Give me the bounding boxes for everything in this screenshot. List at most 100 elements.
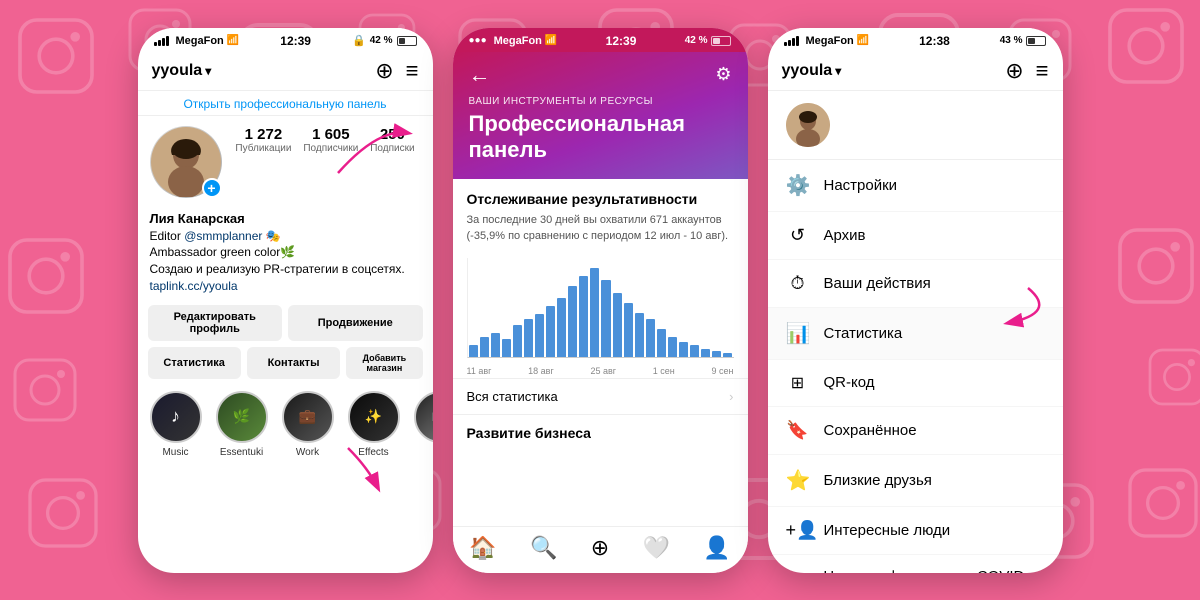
menu-item-settings[interactable]: ⚙️ Настройки: [768, 160, 1063, 212]
menu-item-saved[interactable]: 🔖 Сохранённое: [768, 407, 1063, 455]
posts-count: 1 272: [245, 126, 283, 143]
p2-carrier: MegaFon: [494, 35, 542, 47]
story-circle-work: 💼: [282, 391, 334, 443]
phones-container: MegaFon 📶 12:39 🔒 42 % yyoula ▾: [0, 0, 1200, 600]
menu-item-activity[interactable]: ⏱ Ваши действия: [768, 260, 1063, 308]
menu-item-covid[interactable]: ℹ️ Центр информации о COVID-19: [768, 555, 1063, 573]
phone2-status-bar: ●●● MegaFon 📶 12:39 42 %: [453, 28, 748, 52]
following-stat[interactable]: 250 Подписки: [370, 126, 414, 154]
bar-16: [635, 313, 644, 358]
p3-menu-icon[interactable]: ≡: [1036, 58, 1049, 84]
bio-line3: Создаю и реализую PR-стратегии в соцсетя…: [150, 261, 421, 278]
username-text: yyoula: [152, 62, 203, 80]
nav-search-icon[interactable]: 🔍: [530, 535, 557, 561]
p3-username: yyoula: [782, 62, 833, 80]
bio-link[interactable]: taplink.cc/yyoula: [150, 278, 421, 295]
p3-signal-bar1: [784, 42, 787, 46]
bar-5: [513, 325, 522, 357]
phone3: MegaFon 📶 12:38 43 % yyoula ▾: [768, 28, 1063, 573]
story-essentuki[interactable]: 🌿 Essentuki: [214, 391, 270, 458]
menu-profile-row[interactable]: [768, 91, 1063, 160]
signal-bar3: [162, 38, 165, 46]
story-do[interactable]: Do Do: [412, 391, 433, 458]
menu-avatar: [786, 103, 830, 147]
carrier-label: MegaFon: [176, 35, 224, 47]
settings-button[interactable]: ⚙: [715, 64, 731, 85]
edit-profile-button[interactable]: Редактировать профиль: [148, 305, 283, 341]
menu-item-discover[interactable]: +👤 Интересные люди: [768, 507, 1063, 555]
avatar-wrap: +: [150, 126, 222, 198]
followers-stat[interactable]: 1 605 Подписчики: [303, 126, 358, 154]
bar-7: [535, 314, 544, 358]
username-row[interactable]: yyoula ▾: [152, 62, 212, 80]
story-effects-label: Effects: [346, 447, 402, 458]
bar-21: [690, 345, 699, 357]
p2-status-left: ●●● MegaFon 📶: [469, 35, 558, 47]
story-work[interactable]: 💼 Work: [280, 391, 336, 458]
story-circle-effects: ✨: [348, 391, 400, 443]
p2-signal: ●●●: [469, 35, 487, 46]
nav-add-icon[interactable]: ⊕: [591, 535, 609, 561]
posts-stat[interactable]: 1 272 Публикации: [235, 126, 291, 154]
qr-label: QR-код: [824, 374, 875, 391]
chart-label-3: 25 авг: [590, 366, 616, 376]
chart-labels: 11 авг 18 авг 25 авг 1 сен 9 сен: [453, 364, 748, 378]
bar-9: [557, 298, 566, 357]
p3-status-left: MegaFon 📶: [784, 35, 870, 47]
bio-name: Лия Канарская: [150, 210, 421, 228]
p3-signal-bar4: [796, 36, 799, 46]
story-music-icon: ♪: [171, 406, 180, 427]
menu-item-qr[interactable]: ⊞ QR-код: [768, 360, 1063, 407]
story-effects[interactable]: ✨ Effects: [346, 391, 402, 458]
tracking-text: За последние 30 дней вы охватили 671 акк…: [453, 213, 748, 252]
lock-icon: 🔒: [352, 34, 366, 47]
wifi-icon: 📶: [227, 35, 239, 46]
story-music[interactable]: ♪ Music: [148, 391, 204, 458]
nav-profile-icon[interactable]: 👤: [703, 535, 730, 561]
p3-username-row[interactable]: yyoula ▾: [782, 62, 842, 80]
nav-heart-icon[interactable]: 🤍: [643, 535, 670, 561]
all-stats-label: Вся статистика: [467, 389, 558, 404]
phone3-status-bar: MegaFon 📶 12:38 43 %: [768, 28, 1063, 52]
back-button[interactable]: ←: [469, 62, 491, 88]
stats-menu-icon: 📊: [786, 321, 810, 346]
signal-bars: [154, 36, 169, 46]
bar-2: [480, 337, 489, 357]
profile-stats-section: + 1 272 Публикации 1 605 Подписчики 250 …: [138, 116, 433, 208]
professional-link[interactable]: Открыть профессиональную панель: [138, 91, 433, 116]
bar-12: [590, 268, 599, 357]
add-story-button[interactable]: +: [202, 178, 222, 198]
story-circle-music: ♪: [150, 391, 202, 443]
bar-23: [712, 351, 721, 357]
stats-button[interactable]: Статистика: [148, 347, 241, 379]
add-shop-button[interactable]: Добавить магазин: [346, 347, 422, 379]
battery-fill: [399, 38, 406, 44]
nav-home-icon[interactable]: 🏠: [469, 535, 496, 561]
p3-wifi-icon: 📶: [857, 35, 869, 46]
phone2: ●●● MegaFon 📶 12:39 42 % ← ⚙ ВА: [453, 28, 748, 573]
story-work-label: Work: [280, 447, 336, 458]
bar-17: [646, 319, 655, 357]
menu-item-archive[interactable]: ↺ Архив: [768, 212, 1063, 260]
add-post-icon[interactable]: ⊕: [375, 58, 393, 84]
bio-line2: Ambassador green color🌿: [150, 244, 421, 261]
story-essentuki-label: Essentuki: [214, 447, 270, 458]
menu-item-close-friends[interactable]: ⭐ Близкие друзья: [768, 455, 1063, 507]
menu-item-stats[interactable]: 📊 Статистика: [768, 308, 1063, 360]
bar-1: [469, 345, 478, 357]
chart-area: 260 130 0: [453, 252, 748, 364]
stories-row: ♪ Music 🌿 Essentuki 💼 Work: [138, 385, 433, 464]
menu-hamburger-icon[interactable]: ≡: [406, 58, 419, 84]
all-stats-row[interactable]: Вся статистика ›: [453, 378, 748, 414]
p3-add-icon[interactable]: ⊕: [1005, 58, 1023, 84]
promote-button[interactable]: Продвижение: [288, 305, 423, 341]
bar-22: [701, 349, 710, 357]
contacts-button[interactable]: Контакты: [247, 347, 340, 379]
profile-buttons-row1: Редактировать профиль Продвижение: [138, 301, 433, 345]
saved-label: Сохранённое: [824, 422, 917, 439]
posts-label: Публикации: [235, 143, 291, 154]
chart-label-2: 18 авг: [528, 366, 554, 376]
story-work-icon: 💼: [299, 408, 316, 425]
signal-bar1: [154, 42, 157, 46]
story-do-label: Do: [412, 447, 433, 458]
